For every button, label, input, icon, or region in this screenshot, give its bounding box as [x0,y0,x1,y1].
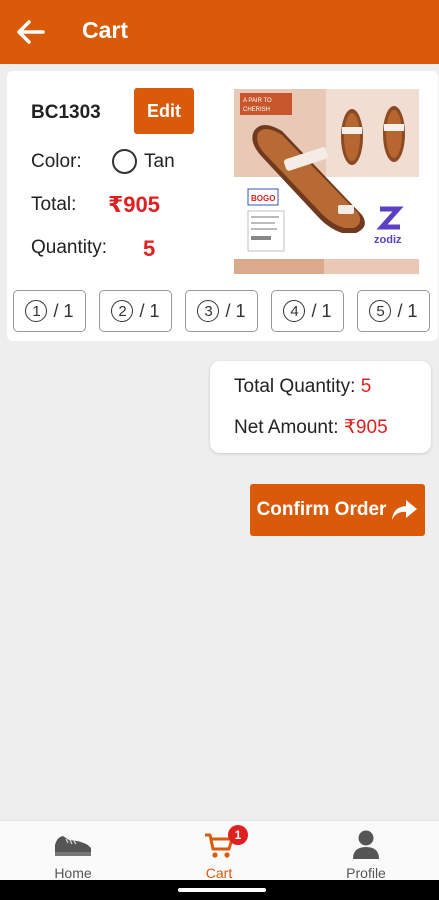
quantity-label: Quantity: [31,237,108,258]
size-number: 3 [197,300,220,322]
size-box-3[interactable]: 3 / 1 [185,290,258,332]
color-label: Color: [31,151,82,172]
size-number: 5 [369,300,392,322]
size-box-1[interactable]: 1 / 1 [13,290,86,332]
size-quantity: / 1 [311,300,332,321]
total-quantity-value: 5 [360,376,372,397]
net-amount-row: Net Amount: ₹905 [234,416,388,439]
share-arrow-icon [392,500,418,520]
user-icon [353,830,379,859]
nav-profile-label: Profile [346,865,386,881]
net-amount-label: Net Amount: [234,417,339,438]
page-title: Cart [82,17,129,43]
confirm-order-label: Confirm Order [256,499,387,520]
order-summary: Total Quantity: 5 Net Amount: ₹905 [210,361,431,453]
svg-text:A PAIR TO: A PAIR TO [243,98,272,104]
size-box-5[interactable]: 5 / 1 [357,290,430,332]
svg-text:CHERISH: CHERISH [243,107,270,113]
cart-badge: 1 [228,825,248,845]
nav-cart-label: Cart [205,865,233,881]
bottom-nav: Home 1 Cart Profile [0,820,439,881]
size-number: 2 [111,300,134,322]
cart-item-card: BC1303 Edit Color: Tan Total: ₹905 Quant… [7,71,438,341]
nav-profile[interactable]: Profile [293,821,439,881]
edit-button[interactable]: Edit [134,88,194,134]
size-quantity: / 1 [139,300,160,321]
nav-home[interactable]: Home [0,821,146,881]
size-quantity: / 1 [397,300,418,321]
total-quantity-row: Total Quantity: 5 [234,376,371,398]
nav-home-label: Home [54,865,92,881]
nav-cart[interactable]: 1 Cart [146,821,292,881]
home-indicator[interactable] [178,888,266,892]
system-navigation-bar [0,880,439,900]
back-button[interactable] [14,16,48,48]
product-image: A PAIR TO CHERISH BOGO zodiz [234,89,419,274]
color-radio[interactable] [112,149,137,174]
size-quantity: / 1 [225,300,246,321]
quantity-value: 5 [143,236,156,261]
confirm-order-button[interactable]: Confirm Order [250,484,425,536]
total-label: Total: [31,194,77,215]
size-number: 4 [283,300,306,322]
svg-text:BOGO: BOGO [251,194,275,203]
net-amount-value: ₹905 [343,417,388,438]
svg-text:zodiz: zodiz [374,234,402,246]
total-value: ₹905 [108,192,161,217]
size-number: 1 [25,300,48,322]
color-value: Tan [144,151,175,172]
size-box-4[interactable]: 4 / 1 [271,290,344,332]
total-quantity-label: Total Quantity: [234,376,356,397]
app-header: Cart [0,0,439,64]
arrow-left-icon [17,20,45,44]
size-box-2[interactable]: 2 / 1 [99,290,172,332]
sneaker-icon [55,836,91,856]
product-code: BC1303 [31,102,101,123]
size-quantity: / 1 [53,300,74,321]
